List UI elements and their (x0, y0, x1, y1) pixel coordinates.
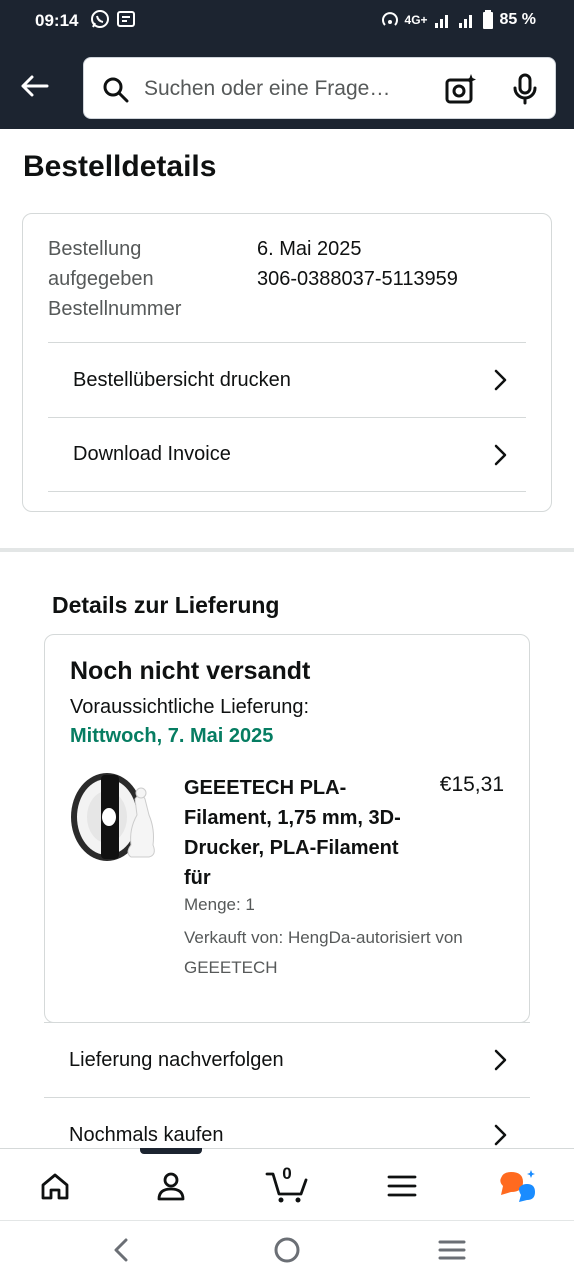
menu-icon (387, 1175, 417, 1197)
order-number: 306-0388037-5113959 (257, 268, 458, 290)
page-title: Bestelldetails (23, 150, 217, 183)
hotspot-icon (381, 12, 398, 26)
delivery-estimate-date: Mittwoch, 7. Mai 2025 (70, 725, 274, 747)
cart-count: 0 (282, 1164, 292, 1183)
chevron-right-icon (494, 1049, 507, 1071)
signal-icon (434, 15, 448, 28)
notification-icons (90, 9, 136, 29)
account-icon (157, 1172, 185, 1201)
battery-level: 85 % (499, 11, 536, 28)
delivery-estimate-label: Voraussichtliche Lieferung: (70, 696, 310, 718)
product-price: €15,31 (439, 773, 504, 796)
network-type: 4G+ (404, 13, 428, 27)
chevron-left-icon (114, 1238, 128, 1262)
arrow-left-icon (21, 75, 49, 97)
product-title[interactable]: GEEETECH PLA-Filament, 1,75 mm, 3D-Druck… (184, 773, 414, 893)
order-label-3: Bestellnummer (48, 298, 182, 320)
chevron-right-icon (494, 369, 507, 391)
download-invoice-row[interactable]: Download Invoice (48, 417, 526, 492)
battery-icon (482, 10, 493, 29)
product-image[interactable] (69, 769, 165, 865)
delivery-section-title: Details zur Lieferung (52, 592, 280, 618)
print-summary-label: Bestellübersicht drucken (73, 368, 291, 391)
buy-again-label: Nochmals kaufen (69, 1123, 224, 1146)
search-input[interactable] (144, 72, 424, 106)
order-meta-labels: Bestellung aufgegeben Bestellnummer (48, 234, 181, 324)
shipment-card: Noch nicht versandt Voraussichtliche Lie… (44, 634, 530, 1023)
order-label-2: aufgegeben (48, 268, 154, 290)
order-meta-values: 6. Mai 2025 306-0388037-5113959 (257, 234, 458, 294)
product-quantity: Menge: 1 (184, 895, 255, 914)
track-package-row[interactable]: Lieferung nachverfolgen (44, 1022, 530, 1097)
nav-menu[interactable] (382, 1166, 422, 1206)
whatsapp-icon (91, 10, 109, 28)
system-back-button[interactable] (106, 1236, 136, 1264)
shipment-status: Noch nicht versandt (70, 657, 311, 685)
camera-search-icon[interactable] (444, 72, 478, 106)
chevron-right-icon (494, 444, 507, 465)
order-summary-card: Bestellung aufgegeben Bestellnummer 6. M… (22, 213, 552, 512)
active-tab-indicator (140, 1148, 202, 1154)
rufus-icon (500, 1170, 535, 1202)
top-bar: 09:14 4G+ 85 % (0, 0, 574, 129)
app-notification-icon (117, 11, 135, 27)
search-icon (103, 77, 129, 103)
status-time: 09:14 (35, 11, 79, 30)
chevron-right-icon (494, 1124, 507, 1146)
system-home-button[interactable] (272, 1236, 302, 1264)
order-label-1: Bestellung (48, 238, 142, 260)
back-button[interactable] (14, 68, 54, 104)
microphone-icon[interactable] (512, 73, 538, 105)
nav-home[interactable] (35, 1166, 75, 1206)
track-package-label: Lieferung nachverfolgen (69, 1048, 284, 1071)
download-invoice-label: Download Invoice (73, 443, 231, 465)
nav-rufus[interactable] (497, 1166, 537, 1206)
signal-icon-2 (458, 15, 472, 28)
circle-home-icon (274, 1237, 300, 1263)
product-seller: Verkauft von: HengDa-autorisiert von GEE… (184, 928, 463, 977)
recents-icon (438, 1240, 466, 1260)
search-bar[interactable] (83, 57, 556, 119)
status-right: 4G+ 85 % (381, 10, 536, 30)
nav-cart[interactable]: 0 (264, 1164, 310, 1206)
print-summary-row[interactable]: Bestellübersicht drucken (48, 342, 526, 417)
system-recents-button[interactable] (437, 1236, 467, 1264)
order-date: 6. Mai 2025 (257, 238, 362, 260)
section-divider (0, 548, 574, 552)
status-bar: 09:14 4G+ 85 % (0, 0, 574, 42)
nav-account[interactable] (151, 1166, 191, 1206)
home-icon (41, 1173, 69, 1200)
